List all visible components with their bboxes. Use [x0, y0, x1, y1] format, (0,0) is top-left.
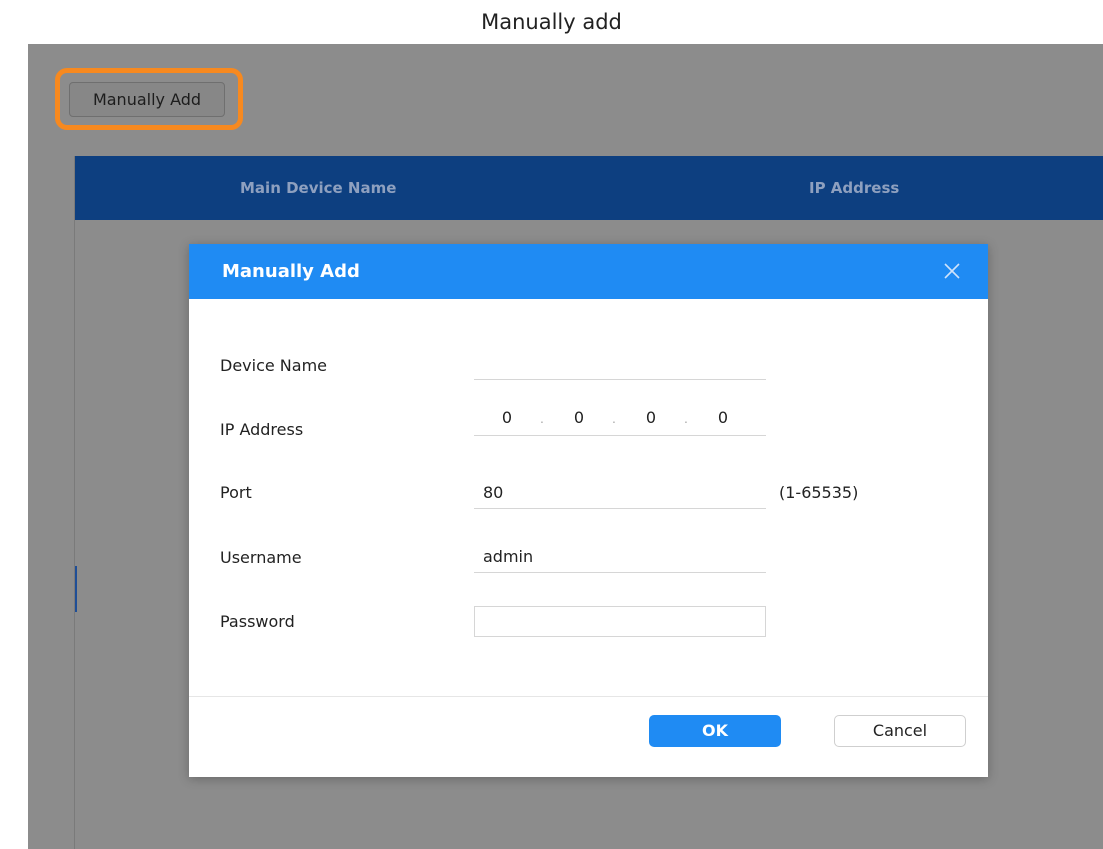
ok-button[interactable]: OK	[649, 715, 781, 747]
caption-title: Manually add	[481, 10, 622, 34]
scroll-marker	[75, 566, 77, 612]
ip-address-field: 0 . 0 . 0 . 0	[474, 404, 766, 436]
ip-dot: .	[684, 410, 688, 426]
app-screen: Manually Add Main Device Name IP Address…	[28, 44, 1103, 849]
dialog-title: Manually Add	[222, 261, 360, 282]
ip-segment-4[interactable]: 0	[698, 408, 748, 427]
username-field[interactable]	[474, 541, 766, 573]
manually-add-dialog: Manually Add Device Name IP Address 0 . …	[189, 244, 988, 777]
port-field[interactable]	[474, 477, 766, 509]
ip-dot: .	[612, 410, 616, 426]
device-name-field[interactable]	[474, 348, 766, 380]
table-header: Main Device Name IP Address	[75, 156, 1103, 220]
password-label: Password	[220, 612, 295, 631]
ip-dot: .	[540, 410, 544, 426]
ip-segment-1[interactable]: 0	[482, 408, 532, 427]
username-label: Username	[220, 548, 302, 567]
dialog-header: Manually Add	[189, 244, 988, 299]
dialog-footer-divider	[189, 696, 988, 697]
device-name-label: Device Name	[220, 356, 328, 375]
ip-segment-2[interactable]: 0	[554, 408, 604, 427]
port-label: Port	[220, 483, 252, 502]
ip-address-label: IP Address	[220, 420, 304, 439]
password-field[interactable]	[474, 606, 766, 637]
column-header-ip-address[interactable]: IP Address	[809, 156, 899, 220]
manually-add-button[interactable]: Manually Add	[69, 82, 225, 117]
column-header-main-device-name[interactable]: Main Device Name	[240, 156, 396, 220]
port-range-hint: (1-65535)	[779, 483, 859, 502]
close-icon[interactable]	[940, 259, 964, 283]
ip-segment-3[interactable]: 0	[626, 408, 676, 427]
cancel-button[interactable]: Cancel	[834, 715, 966, 747]
